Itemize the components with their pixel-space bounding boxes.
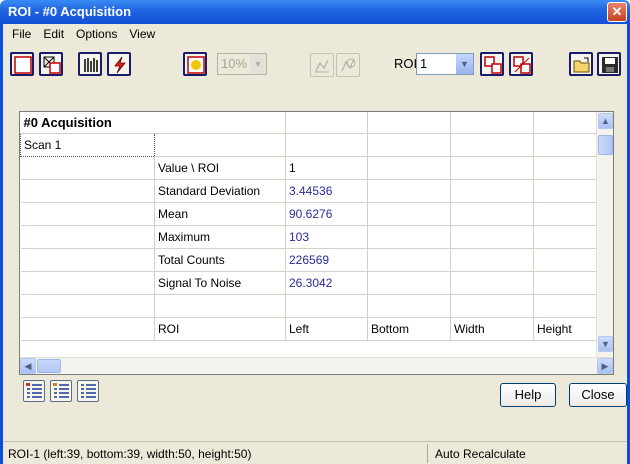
table-view-icon bbox=[53, 383, 69, 398]
column-icon bbox=[84, 58, 98, 72]
link-roi-button[interactable] bbox=[480, 52, 504, 76]
view-roi-button[interactable] bbox=[50, 380, 72, 402]
chevron-down-icon: ▼ bbox=[456, 54, 473, 74]
stat-value: 3.44536 bbox=[285, 179, 368, 203]
view-stats-button[interactable] bbox=[23, 380, 45, 402]
roi-label: ROI bbox=[394, 56, 418, 71]
chevron-down-icon: ▼ bbox=[250, 54, 266, 74]
scroll-right-icon[interactable]: ▶ bbox=[597, 358, 613, 374]
zoom-select[interactable]: 10% ▼ bbox=[217, 53, 267, 75]
table-view-icon bbox=[81, 384, 96, 398]
roi-header-cell: Bottom bbox=[367, 317, 451, 341]
histogram-icon bbox=[315, 59, 329, 73]
vertical-scroll-thumb[interactable] bbox=[598, 135, 613, 155]
draw-roi-icon bbox=[14, 56, 32, 74]
histogram-button[interactable] bbox=[310, 53, 334, 77]
status-divider bbox=[427, 444, 428, 463]
scroll-left-icon[interactable]: ◀ bbox=[20, 358, 36, 374]
columns-button[interactable] bbox=[78, 52, 102, 76]
roi-select[interactable]: 1 ▼ bbox=[416, 53, 474, 75]
table-row: Standard Deviation 3.44536 bbox=[20, 179, 613, 203]
overlay-button[interactable] bbox=[183, 52, 207, 76]
horizontal-scroll-thumb[interactable] bbox=[37, 359, 61, 373]
menu-edit[interactable]: Edit bbox=[37, 25, 70, 43]
scan-label-cell[interactable]: Scan 1 bbox=[20, 132, 155, 157]
close-button[interactable]: Close bbox=[569, 383, 627, 407]
menu-bar: File Edit Options View bbox=[6, 25, 161, 43]
horizontal-scrollbar[interactable]: ◀ ▶ bbox=[20, 357, 613, 374]
stats-column-header: Value \ ROI bbox=[154, 156, 286, 180]
roi-selected-value: 1 bbox=[420, 56, 428, 71]
table-row bbox=[20, 294, 613, 318]
stat-label: Maximum bbox=[154, 225, 286, 249]
scroll-down-icon[interactable]: ▼ bbox=[598, 336, 613, 352]
save-button[interactable] bbox=[597, 52, 621, 76]
auto-recalculate-status: Auto Recalculate bbox=[435, 447, 526, 461]
stat-label: Total Counts bbox=[154, 248, 286, 272]
table-row: Maximum 103 bbox=[20, 225, 613, 249]
roi-header-cell: Width bbox=[450, 317, 534, 341]
unlink-roi-button[interactable] bbox=[509, 52, 533, 76]
table-view-icon bbox=[26, 383, 42, 398]
overlay-icon bbox=[187, 56, 205, 74]
roi-header-cell: ROI bbox=[154, 317, 286, 341]
scroll-up-icon[interactable]: ▲ bbox=[598, 113, 613, 129]
stat-label: Mean bbox=[154, 202, 286, 226]
open-button[interactable] bbox=[569, 52, 593, 76]
table-row: Value \ ROI 1 bbox=[20, 156, 613, 180]
menu-options[interactable]: Options bbox=[70, 25, 123, 43]
link-roi-icon bbox=[484, 56, 502, 74]
statistics-table: #0 Acquisition Scan 1 Value \ ROI 1 Stan… bbox=[20, 112, 613, 341]
recalculate-button[interactable] bbox=[107, 52, 131, 76]
table-row: Mean 90.6276 bbox=[20, 202, 613, 226]
vertical-scrollbar[interactable]: ▲ ▼ bbox=[596, 112, 613, 360]
roi-statistics-grid[interactable]: #0 Acquisition Scan 1 Value \ ROI 1 Stan… bbox=[19, 111, 614, 375]
lightning-icon bbox=[114, 56, 126, 74]
status-bar: ROI-1 (left:39, bottom:39, width:50, hei… bbox=[3, 441, 627, 464]
delete-roi-icon bbox=[43, 56, 61, 74]
toolbar: 10% ▼ ROI 1 ▼ bbox=[6, 45, 626, 85]
help-button[interactable]: Help bbox=[500, 383, 556, 407]
draw-roi-button[interactable] bbox=[10, 52, 34, 76]
delete-roi-button[interactable] bbox=[39, 52, 63, 76]
stat-label: Signal To Noise bbox=[154, 271, 286, 295]
table-row: Signal To Noise 26.3042 bbox=[20, 271, 613, 295]
profile-icon bbox=[341, 58, 356, 72]
open-folder-icon bbox=[573, 57, 590, 73]
stat-label: Standard Deviation bbox=[154, 179, 286, 203]
roi-header-cell: Left bbox=[285, 317, 368, 341]
unlink-roi-icon bbox=[513, 56, 531, 74]
table-row: ROI Left Bottom Width Height bbox=[20, 317, 613, 341]
roi-status-text: ROI-1 (left:39, bottom:39, width:50, hei… bbox=[8, 447, 252, 461]
window-title: ROI - #0 Acquisition bbox=[8, 4, 132, 19]
title-bar[interactable]: ROI - #0 Acquisition ✕ bbox=[0, 0, 630, 24]
grid-header-row: #0 Acquisition bbox=[20, 112, 613, 134]
stat-value: 103 bbox=[285, 225, 368, 249]
zoom-value: 10% bbox=[221, 56, 248, 71]
acquisition-header: #0 Acquisition bbox=[20, 112, 286, 134]
stat-value: 26.3042 bbox=[285, 271, 368, 295]
menu-file[interactable]: File bbox=[6, 25, 37, 43]
stat-value: 226569 bbox=[285, 248, 368, 272]
view-all-button[interactable] bbox=[77, 380, 99, 402]
table-row: Scan 1 bbox=[20, 132, 613, 157]
stat-value: 90.6276 bbox=[285, 202, 368, 226]
roi-column-header: 1 bbox=[285, 156, 368, 180]
save-icon bbox=[602, 57, 618, 73]
menu-view[interactable]: View bbox=[123, 25, 161, 43]
table-row: Total Counts 226569 bbox=[20, 248, 613, 272]
close-window-button[interactable]: ✕ bbox=[607, 2, 627, 22]
profile-button[interactable] bbox=[336, 53, 360, 77]
